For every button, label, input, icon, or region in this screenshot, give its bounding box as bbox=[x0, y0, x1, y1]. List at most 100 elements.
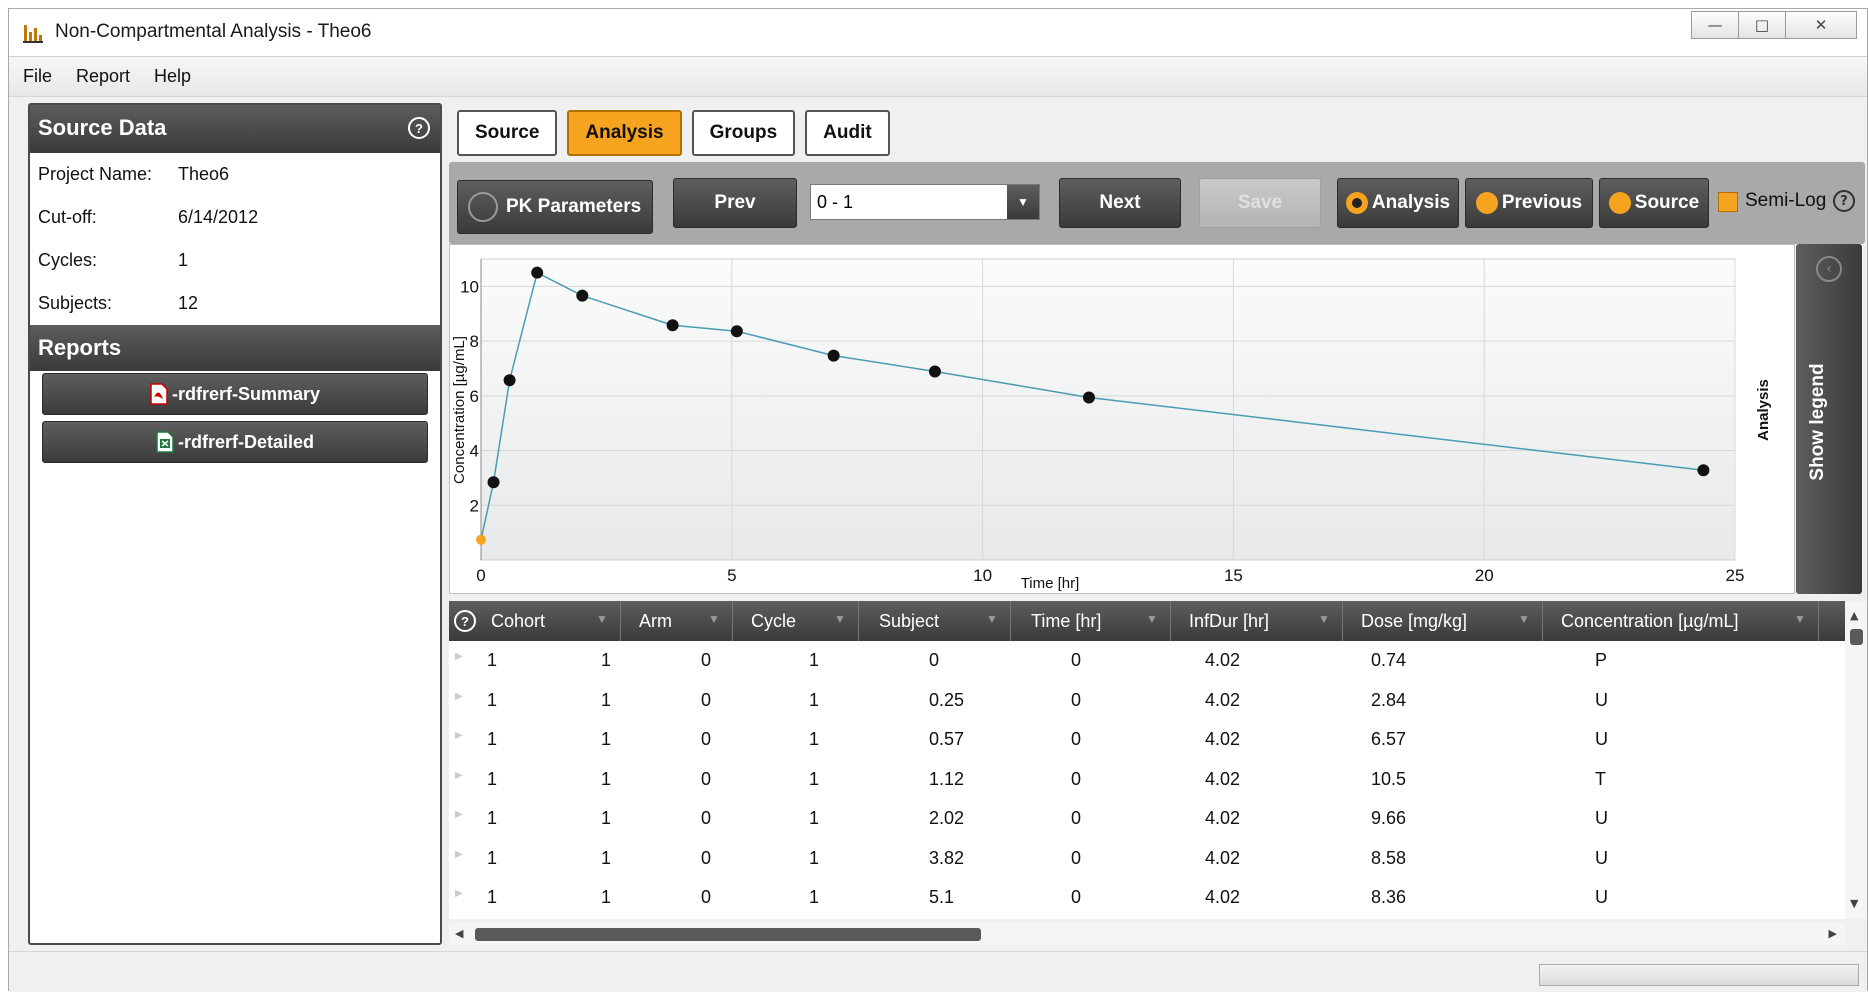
table-cell: 0.57 bbox=[929, 729, 965, 749]
minimize-button[interactable]: — bbox=[1691, 11, 1739, 39]
col-dose[interactable]: Dose [mg/kg] ▼ bbox=[1343, 601, 1543, 641]
row-expand-icon[interactable]: ▶ bbox=[455, 888, 463, 899]
col-time[interactable]: Time [hr] ▼ bbox=[1011, 601, 1171, 641]
data-point bbox=[576, 289, 589, 302]
table-cell: 1 bbox=[487, 887, 498, 907]
help-icon[interactable]: ? bbox=[1833, 190, 1855, 212]
radio-analysis-label: Analysis bbox=[1371, 192, 1451, 213]
next-button[interactable]: Next bbox=[1059, 178, 1181, 228]
scroll-thumb[interactable] bbox=[1850, 629, 1863, 645]
col-infdur[interactable]: InfDur [hr] ▼ bbox=[1171, 601, 1343, 641]
filter-icon[interactable]: ▼ bbox=[986, 612, 1000, 626]
col-cycle[interactable]: Cycle ▼ bbox=[733, 601, 859, 641]
table-row[interactable]: ▶ 1 1 0 1 5.1 0 4.02 8.36 U bbox=[449, 878, 1845, 918]
table-cell: 0 bbox=[1071, 689, 1082, 710]
table-cell: 9.66 bbox=[1371, 808, 1407, 828]
col-label: Cycle bbox=[751, 610, 797, 631]
field-project-name: Project Name: Theo6 bbox=[30, 153, 440, 196]
scroll-thumb[interactable] bbox=[475, 928, 981, 941]
scroll-left-icon[interactable]: ◀ bbox=[455, 927, 463, 940]
table-cell: 10.5 bbox=[1371, 768, 1407, 789]
table-cell: 0 bbox=[701, 887, 712, 907]
table-row[interactable]: ▶ 1 1 0 1 0.25 0 4.02 2.84 U bbox=[449, 681, 1845, 721]
scroll-down-icon[interactable]: ▼ bbox=[1850, 897, 1858, 910]
show-legend-panel[interactable]: ‹ Show legend bbox=[1796, 244, 1862, 594]
table-row[interactable]: ▶ 1 1 0 1 1.12 0 4.02 10.5 T bbox=[449, 760, 1845, 800]
prev-button[interactable]: Prev bbox=[673, 178, 797, 228]
maximize-button[interactable]: □ bbox=[1738, 11, 1786, 39]
horizontal-scrollbar[interactable]: ◀ ▶ bbox=[449, 923, 1845, 945]
filter-icon[interactable]: ▼ bbox=[1146, 612, 1160, 626]
tab-source[interactable]: Source bbox=[457, 110, 558, 156]
reports-title: Reports bbox=[38, 335, 122, 360]
table-cell: 2.84 bbox=[1371, 689, 1407, 710]
filter-icon[interactable]: ▼ bbox=[708, 612, 722, 626]
tab-analysis[interactable]: Analysis bbox=[567, 110, 682, 156]
x-tick-label: 10 bbox=[973, 566, 992, 585]
menu-help[interactable]: Help bbox=[154, 66, 191, 87]
chevron-left-icon[interactable]: ‹ bbox=[1816, 256, 1842, 282]
table-cell: 0 bbox=[1071, 729, 1082, 749]
tab-groups[interactable]: Groups bbox=[691, 110, 796, 156]
data-point bbox=[476, 534, 486, 545]
show-legend-label: Show legend bbox=[1807, 363, 1828, 481]
col-cohort[interactable]: Cohort ▼ bbox=[481, 601, 621, 641]
app-window: Non-Compartmental Analysis - Theo6 — □ ✕… bbox=[8, 8, 1868, 992]
table-cell: 1 bbox=[809, 887, 820, 907]
help-icon[interactable]: ? bbox=[454, 610, 476, 632]
source-data-title: Source Data bbox=[38, 115, 167, 140]
row-expand-icon[interactable]: ▶ bbox=[455, 730, 463, 741]
table-cell: 1 bbox=[809, 847, 820, 868]
report-detailed-button[interactable]: -rdfrerf-Detailed bbox=[42, 421, 428, 463]
scroll-up-icon[interactable]: ▲ bbox=[1850, 609, 1858, 622]
pk-parameters-label: PK Parameters bbox=[506, 196, 642, 217]
row-expand-icon[interactable]: ▶ bbox=[455, 849, 463, 860]
vertical-scrollbar[interactable]: ▲ ▼ bbox=[1845, 601, 1867, 919]
close-button[interactable]: ✕ bbox=[1785, 11, 1857, 39]
radio-previous[interactable]: Previous bbox=[1465, 178, 1593, 228]
filter-icon[interactable]: ▼ bbox=[596, 612, 610, 626]
table-cell: 5.1 bbox=[929, 887, 955, 907]
status-bar bbox=[9, 951, 1867, 992]
field-cycles: Cycles: 1 bbox=[30, 239, 440, 282]
filter-icon[interactable]: ▼ bbox=[1794, 612, 1808, 626]
radio-source[interactable]: Source bbox=[1599, 178, 1709, 228]
row-expand-icon[interactable]: ▶ bbox=[455, 809, 463, 820]
subject-selector[interactable]: 0 - 1 ▼ bbox=[810, 184, 1040, 220]
table-cell: 0 bbox=[701, 689, 712, 710]
menu-report[interactable]: Report bbox=[76, 66, 130, 87]
table-cell: 0 bbox=[701, 847, 712, 868]
col-concentration[interactable]: Concentration [µg/mL] ▼ bbox=[1543, 601, 1819, 641]
table-cell: U bbox=[1595, 808, 1608, 828]
semi-log-checkbox[interactable] bbox=[1718, 192, 1738, 212]
table-cell: U bbox=[1595, 729, 1608, 749]
pk-parameters-button[interactable]: PK Parameters bbox=[457, 180, 653, 234]
row-expand-icon[interactable]: ▶ bbox=[455, 691, 463, 702]
scroll-right-icon[interactable]: ▶ bbox=[1829, 927, 1837, 940]
row-expand-icon[interactable]: ▶ bbox=[455, 770, 463, 781]
table-row[interactable]: ▶ 1 1 0 1 2.02 0 4.02 9.66 U bbox=[449, 799, 1845, 839]
chevron-down-icon[interactable]: ▼ bbox=[1007, 185, 1039, 219]
help-icon[interactable]: ? bbox=[408, 117, 430, 139]
source-data-panel: Source Data ? Project Name: Theo6 Cut-of… bbox=[28, 103, 442, 945]
row-expand-icon[interactable]: ▶ bbox=[455, 651, 463, 662]
table-cell: 1 bbox=[601, 887, 612, 907]
table-cell: 4.02 bbox=[1205, 650, 1241, 670]
filter-icon[interactable]: ▼ bbox=[1318, 612, 1332, 626]
table-row[interactable]: ▶ 1 1 0 1 0.57 0 4.02 6.57 U bbox=[449, 720, 1845, 760]
table-row[interactable]: ▶ 1 1 0 1 0 0 4.02 0.74 P bbox=[449, 641, 1845, 681]
radio-analysis[interactable]: Analysis bbox=[1337, 178, 1459, 228]
menu-file[interactable]: File bbox=[23, 66, 52, 87]
field-cutoff: Cut-off: 6/14/2012 bbox=[30, 196, 440, 239]
filter-icon[interactable]: ▼ bbox=[834, 612, 848, 626]
table-row[interactable]: ▶ 1 1 0 1 3.82 0 4.02 8.58 U bbox=[449, 839, 1845, 879]
report-summary-button[interactable]: -rdfrerf-Summary bbox=[42, 373, 428, 415]
data-table: ? Cohort ▼ Arm ▼ Cycle ▼ Subject ▼ Time [hr]… bbox=[449, 601, 1845, 919]
col-arm[interactable]: Arm ▼ bbox=[621, 601, 733, 641]
table-cell: 1 bbox=[601, 650, 612, 670]
filter-icon[interactable]: ▼ bbox=[1518, 612, 1532, 626]
col-subject[interactable]: Subject ▼ bbox=[859, 601, 1011, 641]
table-cell: 4.02 bbox=[1205, 887, 1241, 907]
tab-audit[interactable]: Audit bbox=[805, 110, 890, 156]
save-button[interactable]: Save bbox=[1199, 178, 1321, 228]
